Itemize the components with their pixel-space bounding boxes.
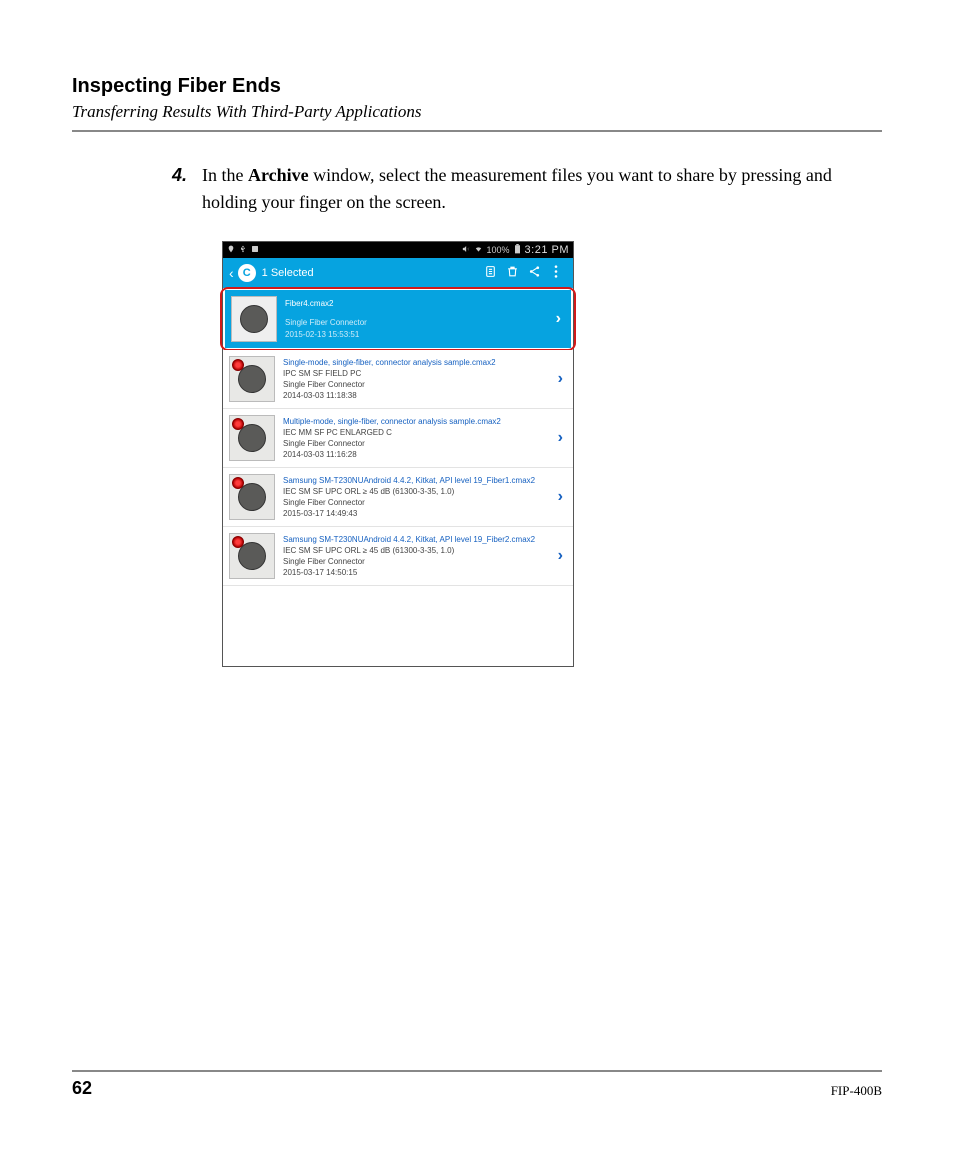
- chapter-title: Inspecting Fiber Ends: [72, 75, 882, 98]
- screenshot: 100% 3:21 PM ‹ C 1 Selected: [222, 241, 882, 667]
- file-name: Samsung SM-T230NUAndroid 4.4.2, Kitkat, …: [283, 534, 554, 545]
- step-4: 4. In the Archive window, select the mea…: [172, 162, 882, 216]
- file-row[interactable]: Multiple-mode, single-fiber, connector a…: [223, 409, 573, 468]
- file-date: 2014-03-03 11:16:28: [283, 449, 554, 460]
- file-standard: IEC MM SF PC ENLARGED C: [283, 427, 554, 438]
- fiber-thumbnail: [231, 296, 277, 342]
- app-bar: ‹ C 1 Selected: [223, 258, 573, 288]
- file-name: Single-mode, single-fiber, connector ana…: [283, 357, 554, 368]
- file-row-content: Single-mode, single-fiber, connector ana…: [283, 357, 554, 402]
- gallery-icon: [251, 245, 259, 255]
- app-logo-icon: C: [238, 264, 256, 282]
- footer-rule: [72, 1070, 882, 1072]
- file-date: 2014-03-03 11:18:38: [283, 390, 554, 401]
- section-title: Transferring Results With Third-Party Ap…: [72, 102, 882, 122]
- file-type: Single Fiber Connector: [285, 317, 552, 328]
- file-standard: IPC SM SF FIELD PC: [283, 368, 554, 379]
- page-number: 62: [72, 1078, 92, 1099]
- file-date: 2015-03-17 14:49:43: [283, 508, 554, 519]
- file-standard: IEC SM SF UPC ORL ≥ 45 dB (61300-3-35, 1…: [283, 545, 554, 556]
- chevron-right-icon[interactable]: ›: [554, 488, 567, 506]
- delete-icon[interactable]: [501, 265, 523, 281]
- fiber-thumbnail: [229, 415, 275, 461]
- file-standard: IEC SM SF UPC ORL ≥ 45 dB (61300-3-35, 1…: [283, 486, 554, 497]
- file-row-content: Fiber4.cmax2 Single Fiber Connector2015-0…: [285, 298, 552, 340]
- chevron-right-icon[interactable]: ›: [554, 429, 567, 447]
- clock-text: 3:21 PM: [525, 244, 569, 256]
- header-rule: [72, 130, 882, 132]
- appbar-title: 1 Selected: [262, 267, 479, 279]
- file-row[interactable]: Single-mode, single-fiber, connector ana…: [223, 350, 573, 409]
- back-icon[interactable]: ‹: [229, 265, 234, 281]
- step-number: 4.: [172, 162, 202, 216]
- fiber-thumbnail: [229, 356, 275, 402]
- chevron-right-icon[interactable]: ›: [554, 370, 567, 388]
- file-type: Single Fiber Connector: [283, 379, 554, 390]
- file-name: Samsung SM-T230NUAndroid 4.4.2, Kitkat, …: [283, 475, 554, 486]
- model-label: FIP-400B: [831, 1083, 882, 1099]
- usb-icon: [239, 245, 247, 255]
- page-footer: 62 FIP-400B: [72, 1070, 882, 1099]
- file-type: Single Fiber Connector: [283, 438, 554, 449]
- file-row[interactable]: Samsung SM-T230NUAndroid 4.4.2, Kitkat, …: [223, 527, 573, 586]
- clipboard-icon[interactable]: [479, 265, 501, 281]
- file-row-content: Multiple-mode, single-fiber, connector a…: [283, 416, 554, 461]
- battery-text: 100%: [487, 245, 510, 255]
- battery-icon: [514, 244, 521, 256]
- file-date: 2015-02-13 15:53:51: [285, 329, 552, 340]
- file-name: Fiber4.cmax2: [285, 298, 552, 309]
- share-icon[interactable]: [523, 265, 545, 281]
- file-row-content: Samsung SM-T230NUAndroid 4.4.2, Kitkat, …: [283, 534, 554, 579]
- fiber-thumbnail: [229, 533, 275, 579]
- file-type: Single Fiber Connector: [283, 556, 554, 567]
- file-name: Multiple-mode, single-fiber, connector a…: [283, 416, 554, 427]
- file-row[interactable]: Samsung SM-T230NUAndroid 4.4.2, Kitkat, …: [223, 468, 573, 527]
- overflow-icon[interactable]: [545, 265, 567, 281]
- mute-icon: [462, 245, 470, 255]
- chevron-right-icon[interactable]: ›: [554, 547, 567, 565]
- android-statusbar: 100% 3:21 PM: [223, 242, 573, 258]
- step-text: In the Archive window, select the measur…: [202, 162, 882, 216]
- file-row-content: Samsung SM-T230NUAndroid 4.4.2, Kitkat, …: [283, 475, 554, 520]
- chevron-right-icon[interactable]: ›: [552, 310, 565, 328]
- wifi-icon: [474, 245, 483, 255]
- location-icon: [227, 245, 235, 255]
- file-date: 2015-03-17 14:50:15: [283, 567, 554, 578]
- empty-space: [223, 586, 573, 666]
- file-type: Single Fiber Connector: [283, 497, 554, 508]
- file-row[interactable]: Fiber4.cmax2 Single Fiber Connector2015-0…: [225, 290, 571, 348]
- fiber-thumbnail: [229, 474, 275, 520]
